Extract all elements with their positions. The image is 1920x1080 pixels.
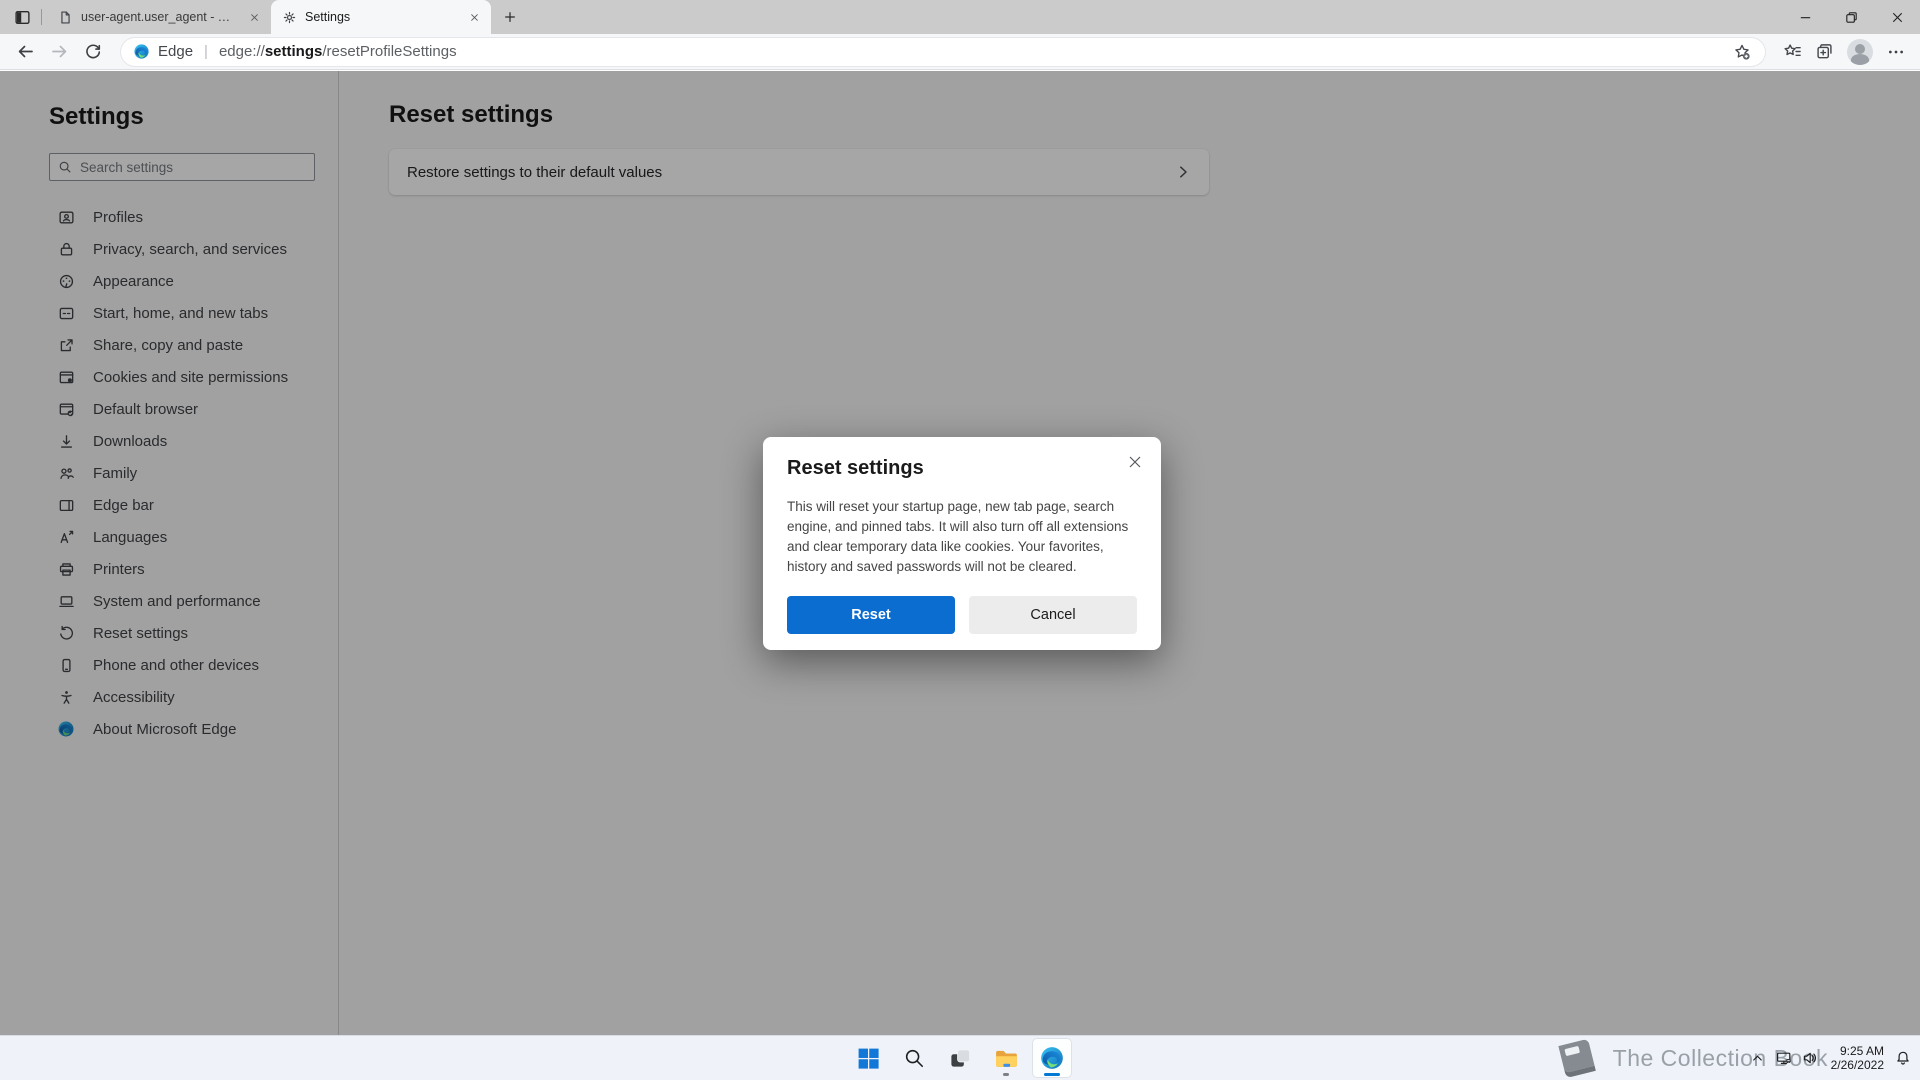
add-favorite-icon[interactable] (1726, 37, 1758, 67)
cancel-button[interactable]: Cancel (969, 596, 1137, 634)
taskbar-task-view-button[interactable] (940, 1038, 980, 1078)
network-icon (1776, 1050, 1792, 1066)
refresh-button[interactable] (76, 36, 110, 68)
tab-title: user-agent.user_agent - The Col (81, 10, 237, 24)
file-explorer-indicator (1003, 1073, 1009, 1076)
reset-button[interactable]: Reset (787, 596, 955, 634)
bell-icon (1895, 1050, 1911, 1066)
edge-indicator (1044, 1073, 1060, 1076)
browser-toolbar: Edge | edge://settings/resetProfileSetti… (0, 34, 1920, 70)
dialog-title: Reset settings (787, 457, 924, 479)
task-view-icon (949, 1047, 972, 1070)
close-window-button[interactable] (1874, 0, 1920, 34)
new-tab-button[interactable] (495, 2, 525, 32)
back-button[interactable] (8, 36, 42, 68)
minimize-button[interactable] (1782, 0, 1828, 34)
document-icon (58, 10, 73, 25)
tab-actions-menu-button[interactable] (8, 0, 36, 34)
window-controls (1782, 0, 1920, 34)
notifications-button[interactable] (1890, 1038, 1916, 1078)
favorites-icon[interactable] (1776, 37, 1808, 67)
address-separator: | (204, 43, 208, 60)
clock-date: 2/26/2022 (1830, 1058, 1884, 1072)
settings-page: Settings ProfilesPrivacy, search, and se… (0, 71, 1920, 1035)
chevron-up-icon (1750, 1051, 1765, 1066)
dialog-body-text: This will reset your startup page, new t… (787, 499, 1129, 574)
dialog-close-icon[interactable] (1122, 449, 1148, 475)
settings-menu-icon[interactable] (1880, 37, 1912, 67)
url-text: edge://settings/resetProfileSettings (218, 43, 457, 60)
book-icon (1549, 1031, 1605, 1080)
taskbar-search-button[interactable] (894, 1038, 934, 1078)
edge-logo-icon (1039, 1045, 1065, 1071)
tab-0[interactable]: user-agent.user_agent - The Col (47, 0, 271, 34)
windows-taskbar: The Collection Book 9:25 AM 2/26/2022 (0, 1035, 1920, 1080)
tab-divider (41, 9, 42, 25)
taskbar-edge-button[interactable] (1032, 1038, 1072, 1078)
volume-icon (1802, 1050, 1818, 1066)
tab-title: Settings (305, 10, 351, 24)
taskbar-file-explorer-button[interactable] (986, 1038, 1026, 1078)
taskbar-start-button[interactable] (848, 1038, 888, 1078)
edge-logo-icon (133, 43, 150, 60)
volume-tray-button[interactable] (1797, 1038, 1823, 1078)
tab-close-icon[interactable] (245, 8, 263, 26)
tab-close-icon[interactable] (465, 8, 483, 26)
tab-active[interactable]: Settings (271, 0, 491, 34)
search-icon (903, 1047, 925, 1069)
clock-time: 9:25 AM (1839, 1044, 1884, 1058)
site-label: Edge (158, 43, 194, 60)
profile-avatar[interactable] (1847, 38, 1873, 65)
address-bar[interactable]: Edge | edge://settings/resetProfileSetti… (120, 36, 1766, 67)
file-explorer-icon (994, 1046, 1019, 1071)
taskbar-clock[interactable]: 9:25 AM 2/26/2022 (1831, 1044, 1884, 1072)
collections-icon[interactable] (1808, 37, 1840, 67)
restore-button[interactable] (1828, 0, 1874, 34)
chevron-up-tray-button[interactable] (1745, 1038, 1771, 1078)
gear-icon (282, 10, 297, 25)
tab-strip: user-agent.user_agent - The Col Settings (0, 0, 1920, 34)
reset-settings-dialog: Reset settings This will reset your star… (763, 437, 1161, 650)
windows-start-icon (856, 1046, 881, 1071)
forward-button[interactable] (42, 36, 76, 68)
network-tray-button[interactable] (1771, 1038, 1797, 1078)
